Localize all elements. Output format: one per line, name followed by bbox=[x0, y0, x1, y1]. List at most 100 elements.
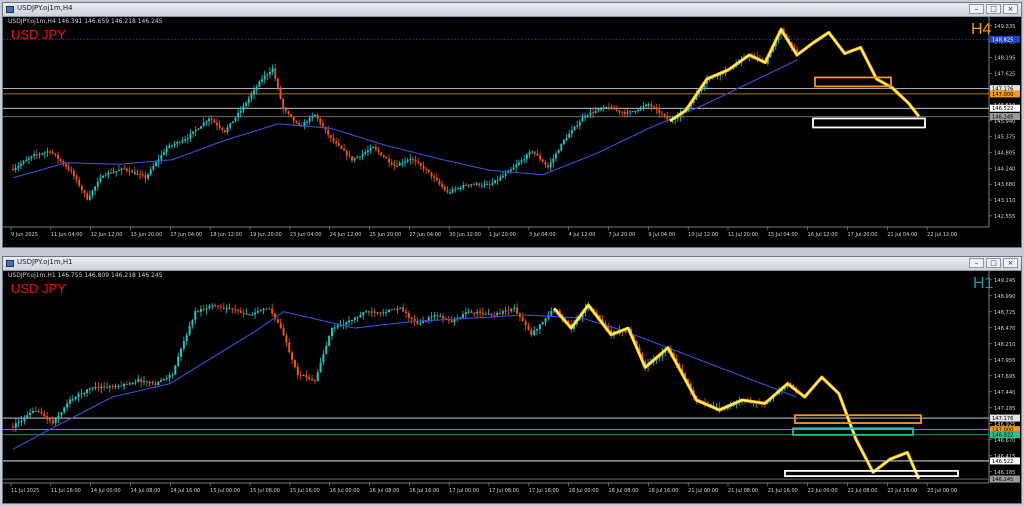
maximize-button[interactable]: □ bbox=[986, 4, 1001, 14]
candle-bull bbox=[120, 168, 123, 170]
candle-bear bbox=[493, 314, 496, 316]
candle-bull bbox=[387, 309, 390, 313]
candle-bull bbox=[502, 175, 504, 178]
candle-bear bbox=[623, 112, 626, 114]
candle-bull bbox=[128, 383, 131, 385]
candle-bull bbox=[91, 190, 94, 196]
candle-bear bbox=[284, 108, 287, 112]
chart-window-h4[interactable]: USDJPY.oj1m,H4 – □ × 149.335148.765148.1… bbox=[2, 2, 1022, 248]
price-chart-h4[interactable]: 149.335148.765148.195147.625147.175146.5… bbox=[3, 17, 1021, 247]
candle-bull bbox=[107, 172, 110, 176]
candle-bear bbox=[133, 171, 136, 175]
chart-info-line: USDJPY.oj1m,H1 146.755 146.809 146.218 1… bbox=[8, 272, 163, 279]
maximize-button[interactable]: □ bbox=[986, 258, 1001, 268]
x-tick-label: 11 Jul 16:00 bbox=[51, 488, 81, 494]
candle-bear bbox=[141, 174, 144, 176]
minimize-button[interactable]: – bbox=[969, 258, 984, 268]
candle-bull bbox=[94, 186, 97, 191]
candle-bull bbox=[517, 162, 520, 165]
x-tick-label: 15 Jul 04:00 bbox=[768, 232, 798, 238]
candle-bear bbox=[533, 151, 536, 154]
candle-bear bbox=[288, 342, 291, 353]
candle-bull bbox=[77, 394, 80, 397]
candle-bull bbox=[555, 153, 557, 159]
price-tag-label: 146.922 bbox=[992, 433, 1013, 439]
candle-bull bbox=[333, 327, 336, 329]
candle-bull bbox=[629, 111, 632, 113]
candle-bear bbox=[425, 169, 428, 171]
candle-bear bbox=[80, 185, 83, 191]
candle-bear bbox=[223, 130, 226, 133]
candle-bear bbox=[70, 169, 73, 171]
candle-bull bbox=[348, 320, 351, 323]
candle-bull bbox=[131, 171, 134, 173]
candle-bull bbox=[149, 169, 152, 175]
x-tick-label: 15 Jul 16:00 bbox=[290, 488, 320, 494]
y-tick-label: 148.990 bbox=[994, 294, 1015, 300]
candle-bear bbox=[276, 319, 279, 323]
x-tick-label: 17 Jul 16:00 bbox=[529, 488, 559, 494]
candle-bull bbox=[370, 311, 373, 313]
candle-bear bbox=[615, 109, 618, 111]
candle-bear bbox=[49, 151, 52, 153]
candle-bear bbox=[450, 320, 453, 323]
candle-bull bbox=[137, 379, 140, 383]
candle-bull bbox=[409, 158, 412, 160]
close-button[interactable]: × bbox=[1003, 4, 1018, 14]
x-tick-label: 30 Jun 12:00 bbox=[449, 232, 481, 238]
x-tick-label: 15 Jul 08:00 bbox=[250, 488, 280, 494]
candle-bull bbox=[205, 121, 208, 123]
candle-bull bbox=[345, 322, 348, 325]
candle-bull bbox=[271, 68, 274, 73]
x-tick-label: 12 Jun 12:00 bbox=[91, 232, 123, 238]
candle-bear bbox=[236, 309, 239, 311]
x-tick-label: 23 Jul 00:00 bbox=[927, 488, 957, 494]
candle-bear bbox=[527, 325, 530, 330]
window-titlebar[interactable]: USDJPY.oj1m,H4 – □ × bbox=[3, 3, 1021, 17]
candle-bull bbox=[22, 161, 25, 164]
candle-bear bbox=[441, 184, 444, 188]
x-tick-label: 18 Jul 08:00 bbox=[609, 488, 639, 494]
candle-bull bbox=[328, 336, 331, 346]
candle-bear bbox=[268, 308, 271, 310]
y-tick-label: 146.185 bbox=[994, 470, 1015, 476]
chart-window-h1[interactable]: USDJPY.oj1m,H1 – □ × 149.245 148.990 148.7… bbox=[2, 256, 1022, 504]
candle-bear bbox=[650, 104, 653, 107]
candle-bear bbox=[291, 352, 294, 360]
candle-bull bbox=[565, 138, 568, 140]
candle-bear bbox=[295, 121, 298, 123]
candle-bear bbox=[410, 317, 413, 319]
candle-bear bbox=[427, 169, 430, 173]
candle-bear bbox=[465, 185, 467, 187]
y-tick-label: 149.245 bbox=[994, 278, 1015, 284]
candle-bear bbox=[516, 307, 519, 314]
candle-bear bbox=[12, 168, 14, 170]
candle-bull bbox=[231, 121, 234, 124]
candle-bear bbox=[110, 172, 112, 174]
minimize-button[interactable]: – bbox=[969, 4, 984, 14]
symbol-label: USD JPY bbox=[11, 27, 66, 42]
candle-bull bbox=[382, 312, 385, 314]
candle-bull bbox=[200, 126, 202, 129]
candle-bear bbox=[499, 313, 501, 315]
candle-bear bbox=[35, 154, 38, 156]
window-titlebar[interactable]: USDJPY.oj1m,H1 – □ × bbox=[3, 257, 1021, 271]
candle-bull bbox=[353, 158, 356, 161]
candle-bear bbox=[327, 129, 330, 136]
candle-bull bbox=[104, 175, 107, 177]
candle-bull bbox=[528, 152, 531, 155]
candle-bear bbox=[279, 322, 282, 329]
candle-bull bbox=[86, 389, 89, 394]
candle-bull bbox=[114, 385, 117, 388]
candle-bull bbox=[234, 117, 237, 122]
candle-bear bbox=[377, 149, 380, 153]
price-tag-label: 146.522 bbox=[992, 106, 1013, 112]
y-tick-label: 143.680 bbox=[994, 182, 1015, 188]
price-chart-h1[interactable]: 149.245 148.990 148.725 148.470 148.210 147.9… bbox=[3, 271, 1021, 503]
candle-bull bbox=[25, 159, 28, 162]
candle-bull bbox=[43, 152, 46, 154]
candle-bull bbox=[350, 319, 353, 321]
candle-bear bbox=[86, 193, 89, 200]
y-tick-label: 145.375 bbox=[994, 135, 1015, 141]
close-button[interactable]: × bbox=[1003, 258, 1018, 268]
